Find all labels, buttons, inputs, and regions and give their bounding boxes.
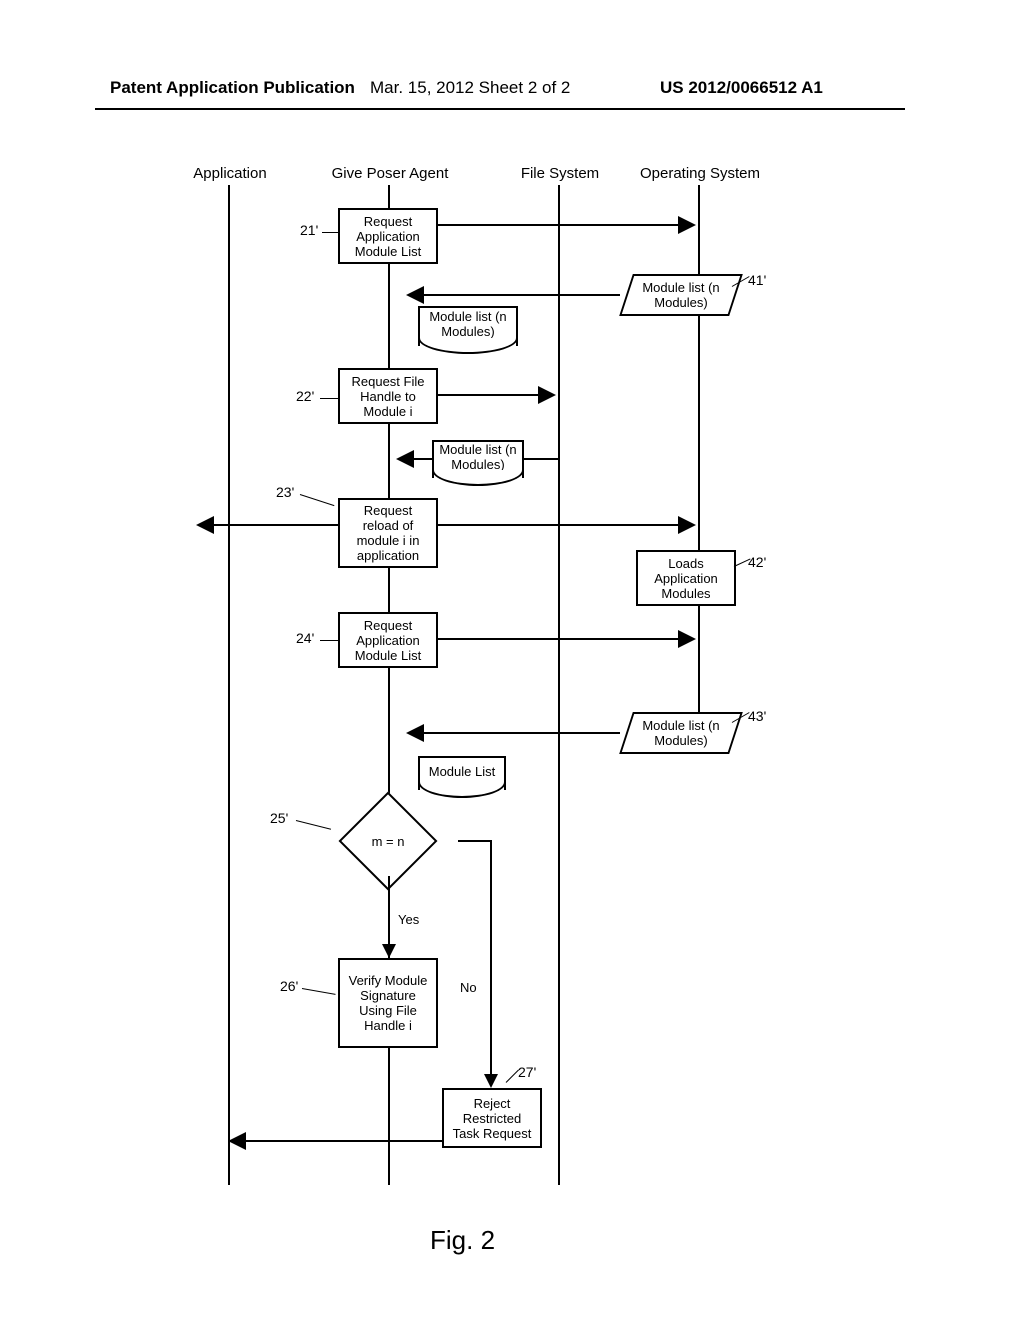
leader-21 <box>322 232 338 233</box>
step-27-reject-request: Reject Restricted Task Request <box>442 1088 542 1148</box>
ref-23: 23' <box>276 484 294 500</box>
ref-43: 43' <box>748 708 766 724</box>
ref-21: 21' <box>300 222 318 238</box>
artifact-43-text: Module list (n Modules) <box>626 718 736 748</box>
lifeline-application <box>228 185 230 1185</box>
ref-22: 22' <box>296 388 314 404</box>
arrowhead-23-app <box>198 518 212 532</box>
arrowhead-no <box>484 1074 498 1088</box>
figure-caption: Fig. 2 <box>430 1225 495 1256</box>
msg-23-to-app <box>210 524 338 526</box>
msg-fs-return-r <box>524 458 558 460</box>
arrowhead-21 <box>680 218 694 232</box>
leader-26 <box>302 988 336 995</box>
ref-26: 26' <box>280 978 298 994</box>
step-22-request-file-handle: Request File Handle to Module i <box>338 368 438 424</box>
step-42-loads-modules: Loads Application Modules <box>636 550 736 606</box>
decision-25-label: m = n <box>318 806 458 876</box>
leader-23 <box>300 494 335 506</box>
lifeline-filesystem <box>558 185 560 1185</box>
arrowhead-fs-return <box>398 452 412 466</box>
msg-21-to-os <box>438 224 682 226</box>
ref-42: 42' <box>748 554 766 570</box>
lane-application: Application <box>180 165 280 182</box>
lane-os: Operating System <box>625 165 775 182</box>
arrowhead-yes <box>382 944 396 958</box>
msg-27-to-app <box>242 1140 442 1142</box>
doc-module-list-3: Module List <box>418 756 506 790</box>
edge-yes <box>388 876 390 946</box>
arrowhead-41-return <box>408 288 422 302</box>
ref-25: 25' <box>270 810 288 826</box>
decision-25: m = n <box>318 806 458 876</box>
label-no: No <box>460 980 477 995</box>
artifact-43-module-list: Module list (n Modules) <box>626 712 736 754</box>
step-26-verify-signature: Verify Module Signature Using File Handl… <box>338 958 438 1048</box>
msg-23-to-os <box>438 524 682 526</box>
artifact-41-text: Module list (n Modules) <box>626 280 736 310</box>
arrowhead-43-return <box>408 726 422 740</box>
lifeline-os <box>698 185 700 745</box>
edge-no-v <box>490 840 492 1076</box>
arrowhead-24 <box>680 632 694 646</box>
doc-module-list-1: Module list (n Modules) <box>418 306 518 346</box>
msg-41-return <box>420 294 620 296</box>
edge-no-h <box>458 840 492 842</box>
header-pubnum: US 2012/0066512 A1 <box>660 78 823 98</box>
leader-24 <box>320 640 338 641</box>
lane-filesystem: File System <box>510 165 610 182</box>
ref-41: 41' <box>748 272 766 288</box>
ref-24: 24' <box>296 630 314 646</box>
header-publication: Patent Application Publication <box>110 78 355 98</box>
msg-43-return <box>420 732 620 734</box>
leader-22 <box>320 398 338 399</box>
lane-agent: Give Poser Agent <box>320 165 460 182</box>
label-yes: Yes <box>398 912 419 927</box>
step-24-request-module-list: Request Application Module List <box>338 612 438 668</box>
header-rule <box>95 108 905 110</box>
patent-figure-page: Patent Application Publication Mar. 15, … <box>0 0 1024 1320</box>
artifact-41-module-list: Module list (n Modules) <box>626 274 736 316</box>
step-23-request-reload: Request reload of module i in applicatio… <box>338 498 438 568</box>
msg-24-to-os <box>438 638 682 640</box>
arrowhead-23-os <box>680 518 694 532</box>
step-21-request-module-list: Request Application Module List <box>338 208 438 264</box>
arrowhead-22 <box>540 388 554 402</box>
msg-22-to-fs <box>438 394 542 396</box>
header-date-sheet: Mar. 15, 2012 Sheet 2 of 2 <box>370 78 570 98</box>
arrowhead-27-app <box>230 1134 244 1148</box>
doc-module-list-2: Module list (n Modules) <box>432 440 524 478</box>
ref-27: 27' <box>518 1064 536 1080</box>
